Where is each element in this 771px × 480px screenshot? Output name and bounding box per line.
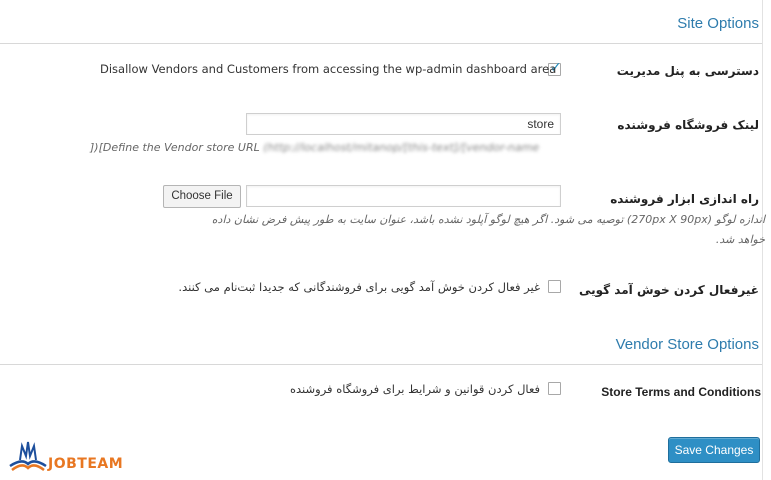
disable-welcome-checkbox[interactable] xyxy=(548,280,561,293)
toolbar-setup-label: راه اندازی ابزار فروشنده xyxy=(610,192,759,206)
store-link-description-url: (http://localhost/mitanop/[this-text]/[v… xyxy=(263,141,540,154)
save-changes-button[interactable]: Save Changes xyxy=(668,437,760,463)
store-link-description-suffix: ]) xyxy=(90,141,99,154)
admin-access-text: Disallow Vendors and Customers from acce… xyxy=(100,62,557,76)
jobteam-text: JOBTEAM xyxy=(48,456,124,472)
toolbar-logo-input[interactable] xyxy=(246,185,561,207)
store-terms-text: فعال کردن قوانین و شرایط برای فروشگاه فر… xyxy=(289,382,540,396)
vendor-store-options-heading: Vendor Store Options xyxy=(615,336,759,353)
jobteam-logo: JOBTEAM xyxy=(6,440,146,476)
admin-access-label: دسترسی به پنل مدیریت xyxy=(616,64,759,78)
vendor-store-options-divider xyxy=(0,364,762,365)
disable-welcome-label: غیرفعال کردن خوش آمد گویی xyxy=(578,283,759,297)
site-options-heading: Site Options xyxy=(677,15,759,32)
disable-welcome-text: غیر فعال کردن خوش آمد گویی برای فروشندگا… xyxy=(178,280,540,294)
store-link-label: لینک فروشگاه فروشنده xyxy=(617,118,759,132)
store-link-description-prefix: [Define the Vendor store URL xyxy=(98,141,260,154)
store-link-input[interactable] xyxy=(246,113,561,135)
store-terms-checkbox[interactable] xyxy=(548,382,561,395)
choose-file-button[interactable]: Choose File xyxy=(163,185,241,208)
book-icon xyxy=(9,441,47,471)
store-terms-label: Store Terms and Conditions xyxy=(601,385,761,399)
toolbar-setup-description: اندازه لوگو (270px X 90px) توصیه می شود.… xyxy=(211,213,765,246)
site-options-divider xyxy=(0,43,762,44)
store-link-description: ])[Define the Vendor store URL (http://l… xyxy=(90,141,539,154)
